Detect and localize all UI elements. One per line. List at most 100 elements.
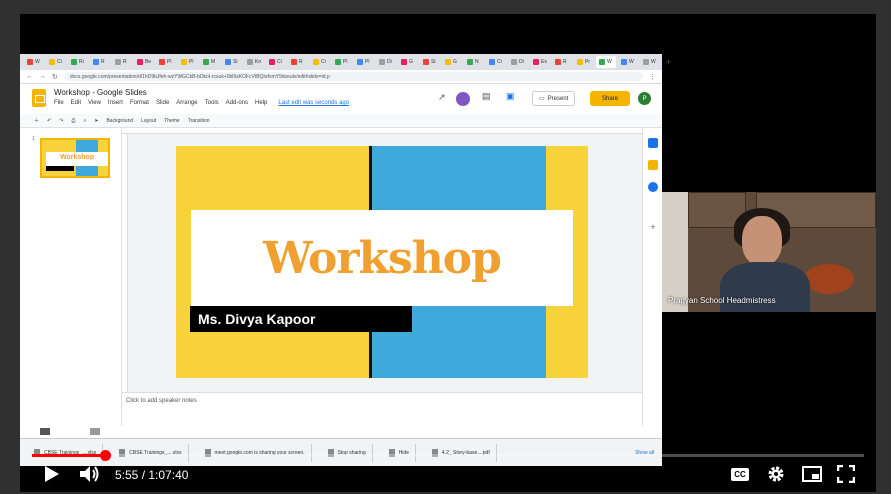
fullscreen-button[interactable] <box>834 462 858 486</box>
browser-tab[interactable]: Pl <box>354 56 374 68</box>
browser-tab[interactable]: Pr <box>574 56 594 68</box>
gear-icon <box>768 466 784 482</box>
browser-tab[interactable]: Ko <box>244 56 264 68</box>
menu-item-format[interactable]: Format <box>130 100 149 106</box>
undo-icon[interactable]: ↶ <box>47 118 51 124</box>
progress-bar[interactable] <box>32 450 864 461</box>
add-addon-icon[interactable]: + <box>648 222 658 232</box>
slide-title[interactable]: Workshop <box>191 210 573 306</box>
browser-tab[interactable]: R <box>112 56 132 68</box>
volume-button[interactable] <box>78 462 102 486</box>
print-icon[interactable]: ⎙ <box>71 118 75 124</box>
reload-icon[interactable]: ↻ <box>52 73 58 81</box>
speaker-notes[interactable]: Click to add speaker notes <box>122 392 642 426</box>
browser-tab[interactable]: R <box>90 56 110 68</box>
tasks-icon[interactable] <box>648 182 658 192</box>
tab-favicon-icon <box>115 59 121 65</box>
doc-title[interactable]: Workshop - Google Slides <box>54 88 147 97</box>
browser-tab[interactable]: W <box>640 56 660 68</box>
keep-icon[interactable] <box>648 160 658 170</box>
slide-canvas[interactable]: Workshop Ms. Divya Kapoor <box>176 146 588 378</box>
slide-thumbnail[interactable]: Workshop <box>40 138 110 178</box>
url-field[interactable]: docs.google.com/presentation/d/1hD9bJfeh… <box>63 72 643 81</box>
browser-tab[interactable]: R <box>552 56 572 68</box>
browser-tab[interactable]: Pl <box>156 56 176 68</box>
video-area[interactable]: W Cl Ri R R Be Pl Pl M Sl Ko Ci R Ci Pl Pl Di G Sl G N Ci Di Ex… <box>20 14 876 492</box>
tab-favicon-icon <box>93 59 99 65</box>
presenter-name[interactable]: Ms. Divya Kapoor <box>190 306 412 332</box>
tab-favicon-icon <box>357 59 363 65</box>
browser-tab[interactable]: Ri <box>68 56 88 68</box>
share-button[interactable]: Share <box>590 91 630 106</box>
tab-label: Pl <box>365 59 370 65</box>
ruler-top <box>122 128 642 134</box>
browser-tab[interactable]: Di <box>508 56 528 68</box>
toolbar-transition[interactable]: Transition <box>188 118 210 124</box>
browser-tab[interactable]: N <box>464 56 484 68</box>
browser-tab[interactable]: Pl <box>332 56 352 68</box>
present-button[interactable]: ▭ Present <box>532 91 576 106</box>
menu-item-file[interactable]: File <box>54 100 64 106</box>
grid-view-icon[interactable] <box>90 428 100 435</box>
toolbar-theme[interactable]: Theme <box>164 118 180 124</box>
browser-tab[interactable]: G <box>398 56 418 68</box>
tab-label: R <box>563 59 567 65</box>
menu-item-slide[interactable]: Slide <box>156 100 169 106</box>
add-slide-icon[interactable]: ＋ <box>34 117 39 124</box>
browser-tab[interactable]: Pl <box>178 56 198 68</box>
play-button[interactable] <box>40 462 64 486</box>
zoom-icon[interactable]: ⌕ <box>83 118 86 124</box>
toolbar-background[interactable]: Background <box>106 118 133 124</box>
forward-icon[interactable]: → <box>39 73 46 80</box>
avatar[interactable]: P <box>638 92 651 105</box>
slides-logo-icon[interactable] <box>32 89 46 107</box>
ruler-left <box>122 134 128 426</box>
browser-tab[interactable]: W <box>24 56 44 68</box>
browser-tab[interactable]: Ci <box>486 56 506 68</box>
redo-icon[interactable]: ↷ <box>59 118 63 124</box>
tab-label: Be <box>144 59 151 65</box>
comment-icon[interactable]: ▤ <box>482 91 491 102</box>
menu-item-help[interactable]: Help <box>255 100 267 106</box>
menu-item-edit[interactable]: Edit <box>71 100 81 106</box>
browser-tab[interactable]: Cl <box>46 56 66 68</box>
browser-tab[interactable]: G <box>442 56 462 68</box>
menu-item-tools[interactable]: Tools <box>205 100 219 106</box>
menu-item-arrange[interactable]: Arrange <box>176 100 197 106</box>
browser-tab[interactable]: Di <box>376 56 396 68</box>
menu-item-insert[interactable]: Insert <box>108 100 123 106</box>
share-label: Share <box>601 95 618 102</box>
thumb-name-bar <box>46 166 74 171</box>
select-icon[interactable]: ➤ <box>94 118 98 124</box>
toolbar-layout[interactable]: Layout <box>141 118 156 124</box>
tab-favicon-icon <box>247 59 253 65</box>
browser-tab[interactable]: Sl <box>222 56 242 68</box>
browser-tab[interactable]: Ci <box>310 56 330 68</box>
meet-icon[interactable] <box>456 92 470 106</box>
browser-tab[interactable]: Ex <box>530 56 550 68</box>
browser-tab[interactable]: W <box>596 56 616 68</box>
side-panel: + <box>642 128 662 426</box>
new-tab-button[interactable]: + <box>662 57 675 67</box>
camera-icon[interactable]: ▣ <box>506 91 515 102</box>
calendar-icon[interactable] <box>648 138 658 148</box>
browser-tab[interactable]: M <box>200 56 220 68</box>
captions-button[interactable]: CC <box>728 462 752 486</box>
browser-tab[interactable]: Sl <box>420 56 440 68</box>
miniplayer-button[interactable] <box>800 462 824 486</box>
browser-tab[interactable]: W <box>618 56 638 68</box>
filmstrip-view-icon[interactable] <box>40 428 50 435</box>
menu-item-addons[interactable]: Add-ons <box>226 100 248 106</box>
browser-tab[interactable]: R <box>288 56 308 68</box>
browser-tab[interactable]: Be <box>134 56 154 68</box>
thumb-number: 1 <box>32 136 35 142</box>
settings-button[interactable] <box>764 462 788 486</box>
menu-dots-icon[interactable]: ⋮ <box>649 73 656 81</box>
back-icon[interactable]: ← <box>26 73 33 80</box>
activity-icon[interactable]: ↗ <box>438 92 446 103</box>
menu-item-view[interactable]: View <box>88 100 101 106</box>
last-edit-link[interactable]: Last edit was seconds ago <box>278 100 349 106</box>
tab-favicon-icon <box>181 59 187 65</box>
browser-tab[interactable]: Ci <box>266 56 286 68</box>
browser-tabstrip: W Cl Ri R R Be Pl Pl M Sl Ko Ci R Ci Pl Pl Di G Sl G N Ci Di Ex… <box>20 54 671 70</box>
